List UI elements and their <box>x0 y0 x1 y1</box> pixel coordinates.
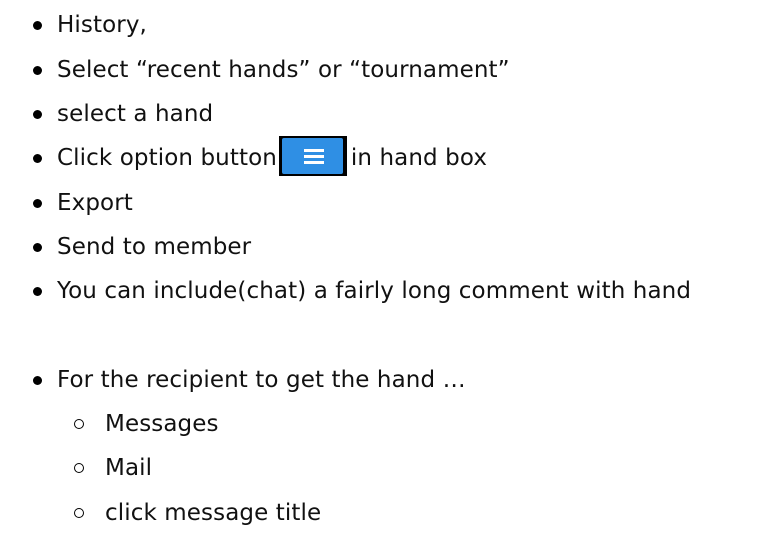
bullet-text: Click option button in hand box <box>57 136 488 179</box>
bullet-text: Export <box>57 190 133 216</box>
option-step-before: Click option button <box>57 144 277 171</box>
sub-bullet-text: click message title <box>105 500 322 526</box>
bullet-dot <box>33 286 42 296</box>
bullet-text: History, <box>57 12 147 38</box>
bullet-text: Send to member <box>57 234 252 260</box>
sub-bullet-text: Messages <box>105 411 219 437</box>
bullet-dot <box>33 375 42 385</box>
option-button-face <box>281 138 343 175</box>
sub-bullet-text: Mail <box>105 455 153 481</box>
hamburger-menu-icon-bar <box>303 161 324 165</box>
hamburger-menu-icon <box>303 149 324 153</box>
bullet-text: Select “recent hands” or “tournament” <box>57 57 510 83</box>
hamburger-menu-icon-bar <box>303 155 324 159</box>
bullet-text: For the recipient to get the hand … <box>57 367 466 393</box>
option-step-after: in hand box <box>350 144 488 171</box>
bullet-dot <box>33 65 42 75</box>
option-button[interactable] <box>278 136 347 177</box>
sub-bullet-circle <box>74 463 84 473</box>
instruction-document: History, Select “recent hands” or “tourn… <box>0 0 767 542</box>
sub-bullet-circle <box>74 419 84 429</box>
bullet-dot <box>33 198 42 208</box>
bullet-dot <box>33 109 42 119</box>
bullet-text: select a hand <box>57 101 214 127</box>
bullet-text: You can include(chat) a fairly long comm… <box>57 278 692 304</box>
bullet-dot <box>33 242 42 252</box>
bullet-dot <box>33 153 42 163</box>
sub-bullet-circle <box>74 508 84 518</box>
bullet-dot <box>33 20 42 30</box>
